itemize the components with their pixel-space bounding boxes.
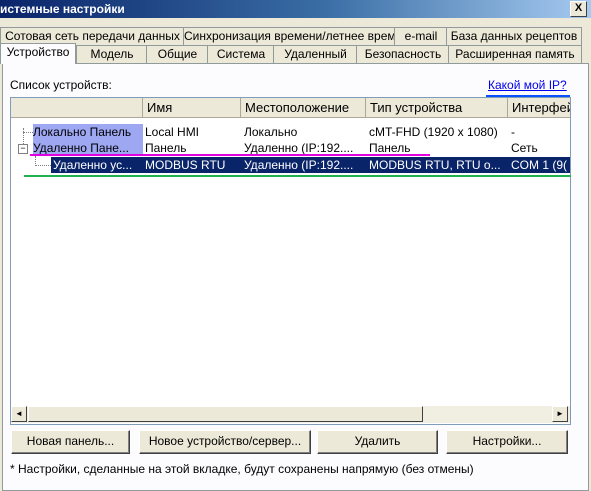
cell-interface: Сеть: [511, 141, 538, 155]
tab-time-sync[interactable]: Синхронизация времени/летнее время: [183, 27, 396, 45]
tab-email[interactable]: e-mail: [394, 27, 448, 45]
column-header-name[interactable]: Имя: [143, 98, 241, 118]
close-button[interactable]: X: [570, 1, 587, 17]
tree-label: Локально Панель: [33, 124, 143, 140]
tree-connector: [35, 165, 51, 166]
cell-type: cMT-FHD (1920 x 1080): [369, 125, 498, 139]
tab-security[interactable]: Безопасность: [356, 45, 450, 63]
table-row[interactable]: Локально Панель Local HMI Локально cMT-F…: [11, 124, 570, 140]
cell-location: Локально: [244, 125, 298, 139]
tab-general[interactable]: Общие: [146, 45, 209, 63]
column-header-interface[interactable]: Интерфей: [508, 98, 570, 118]
horizontal-scrollbar[interactable]: ◄ ►: [11, 406, 570, 423]
new-panel-button[interactable]: Новая панель...: [11, 430, 130, 454]
column-header-type[interactable]: Тип устройства: [366, 98, 508, 118]
cell-type: MODBUS RTU, RTU o...: [369, 158, 501, 172]
tab-row-top: Сотовая сеть передачи данных Синхронизац…: [0, 27, 591, 45]
cell-interface: -: [511, 125, 515, 139]
cell-interface: COM 1 (9(: [511, 158, 568, 172]
device-list-label: Список устройств:: [10, 78, 112, 92]
device-list[interactable]: Имя Местоположение Тип устройства Интерф…: [10, 97, 571, 425]
cell-location: Удаленно (IP:192....: [244, 158, 354, 172]
column-header-location[interactable]: Местоположение: [241, 98, 366, 118]
tab-row-bottom: Устройство Модель Общие Система Удаленны…: [0, 43, 591, 64]
annotation-underline-green: [24, 175, 571, 177]
window-title: истемные настройки: [0, 2, 125, 16]
tab-remote[interactable]: Удаленный: [273, 45, 358, 63]
tab-model[interactable]: Модель: [76, 45, 148, 63]
save-note: * Настройки, сделанные на этой вкладке, …: [10, 462, 474, 476]
scroll-thumb[interactable]: [28, 406, 423, 422]
table-row-selected[interactable]: Удаленно ус... MODBUS RTU Удаленно (IP:1…: [51, 157, 570, 173]
my-ip-link[interactable]: Какой мой IP?: [488, 78, 567, 92]
tab-recipe-db[interactable]: База данных рецептов: [446, 27, 582, 45]
cell-name: MODBUS RTU: [145, 158, 226, 172]
tab-device[interactable]: Устройство: [0, 43, 76, 64]
scroll-right-icon[interactable]: ►: [552, 406, 568, 422]
settings-button[interactable]: Настройки...: [446, 430, 568, 454]
tree-label: Удаленно ус...: [53, 158, 133, 172]
new-device-button[interactable]: Новое устройство/сервер...: [139, 430, 311, 454]
title-bar: истемные настройки X: [0, 0, 591, 18]
tab-extended-memory[interactable]: Расширенная память: [448, 45, 582, 63]
column-header: Имя Местоположение Тип устройства Интерф…: [11, 98, 570, 120]
cell-name: Local HMI: [145, 125, 200, 139]
tab-system[interactable]: Система: [207, 45, 275, 63]
delete-button[interactable]: Удалить: [317, 430, 438, 454]
annotation-underline-pink: [30, 154, 430, 156]
scroll-left-icon[interactable]: ◄: [11, 406, 27, 422]
column-header-tree[interactable]: [11, 98, 143, 118]
